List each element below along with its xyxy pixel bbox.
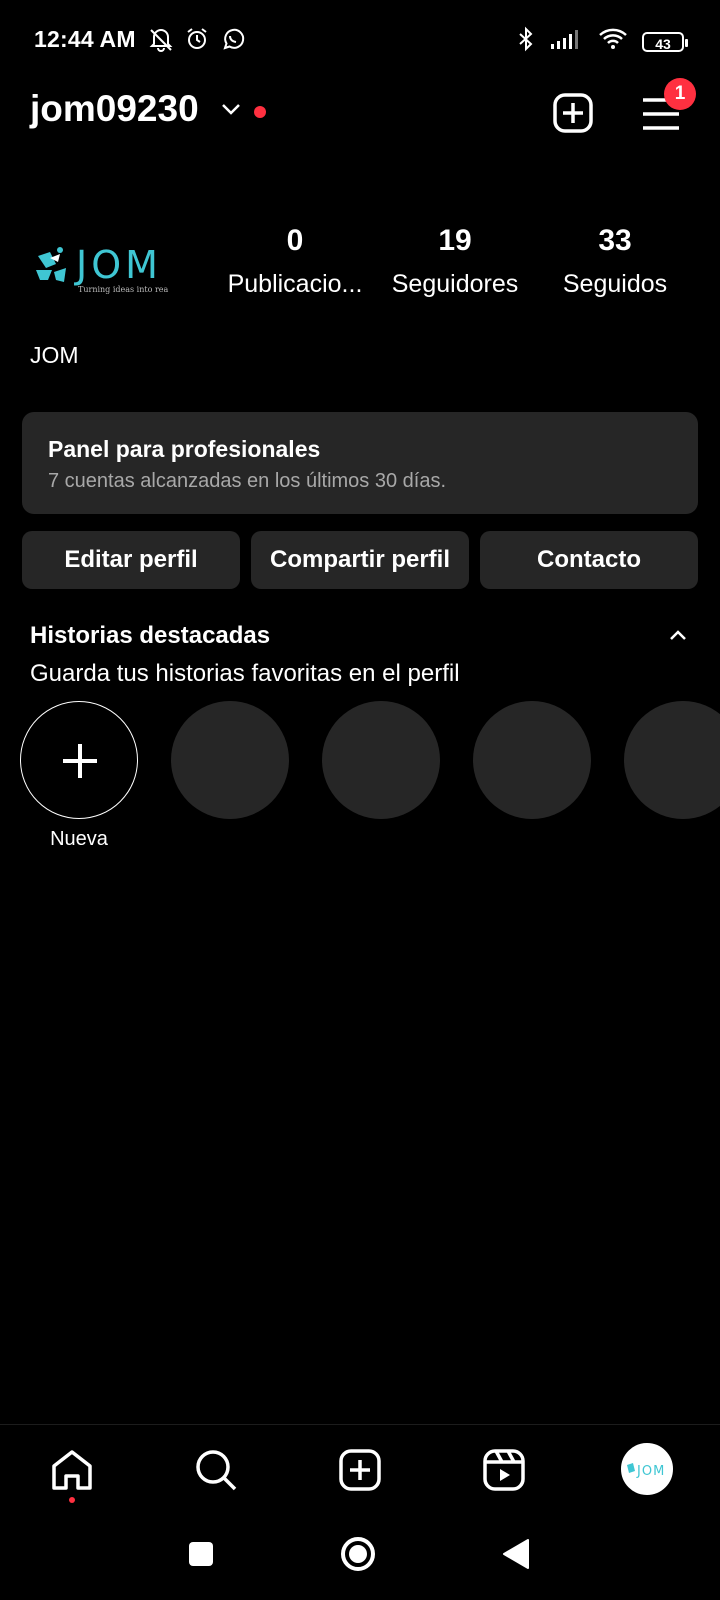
display-name: JOM [30,342,79,368]
professional-dashboard[interactable]: Panel para profesionales 7 cuentas alcan… [22,412,698,514]
create-icon[interactable] [338,1448,382,1497]
share-profile-button[interactable]: Compartir perfil [251,531,469,589]
new-highlight-label: Nueva [50,828,108,850]
highlight-placeholder [473,701,591,819]
whatsapp-icon [220,26,246,57]
search-icon[interactable] [194,1448,238,1497]
stat-posts-label: Publicacio... [227,270,363,298]
signal-icon [550,28,584,55]
bluetooth-icon [516,26,536,57]
mute-bell-icon [148,26,174,57]
stat-followers[interactable]: 19 Seguidores [380,224,530,299]
stat-following[interactable]: 33 Seguidos [540,224,690,299]
panel-title: Panel para profesionales [48,436,321,462]
home-icon[interactable] [50,1448,94,1497]
status-icons-right: 43 [516,26,688,57]
plus-icon [63,744,97,778]
jom-logo-icon: JOM [627,1463,665,1479]
profile-logo[interactable]: JOM Turning ideas into rea [30,228,185,310]
logo-text: JOM [74,243,162,287]
battery-icon: 43 [642,31,688,52]
highlights-title: Historias destacadas [30,622,271,649]
home-activity-dot [69,1497,75,1503]
jom-logo-icon: JOM Turning ideas into rea [36,243,169,294]
stat-posts-value: 0 [286,224,304,257]
recents-icon[interactable] [188,1541,214,1572]
stat-followers-value: 19 [438,224,472,257]
edit-profile-button[interactable]: Editar perfil [22,531,240,589]
nav-divider [0,1424,720,1425]
back-icon[interactable] [502,1538,530,1575]
wifi-icon [598,27,628,56]
logo-tagline: Turning ideas into rea [78,285,169,294]
alarm-icon [184,26,210,57]
add-post-icon[interactable] [552,92,594,139]
highlight-placeholder [171,701,289,819]
reels-icon[interactable] [482,1448,526,1497]
home-system-icon[interactable] [340,1536,376,1577]
username[interactable]: jom09230 [30,88,199,130]
profile-avatar[interactable]: JOM [621,1443,673,1495]
status-time: 12:44 AM [34,26,136,52]
stat-followers-label: Seguidores [391,270,519,298]
contact-button[interactable]: Contacto [480,531,698,589]
notification-badge: 1 [664,78,696,110]
new-highlight-button[interactable] [20,701,138,819]
chevron-up-icon[interactable] [668,628,688,647]
stat-posts[interactable]: 0 Publicacio... [220,224,370,299]
chevron-down-icon[interactable] [220,102,242,121]
avatar-logo-text: JOM [636,1464,665,1479]
stat-following-label: Seguidos [562,270,668,298]
status-icons-left [148,26,246,57]
panel-subtitle: 7 cuentas alcanzadas en los últimos 30 d… [48,470,447,492]
status-dot [254,106,266,118]
highlight-placeholder [322,701,440,819]
highlights-subtitle: Guarda tus historias favoritas en el per… [30,660,460,687]
stat-following-value: 33 [598,224,632,257]
highlight-placeholder [624,701,720,819]
